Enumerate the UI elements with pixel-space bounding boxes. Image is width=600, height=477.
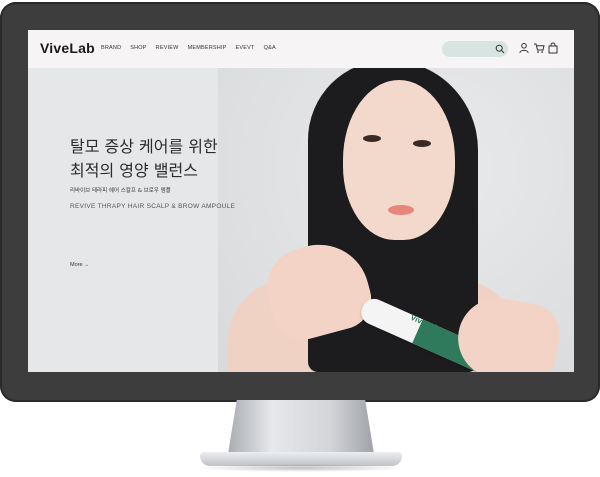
hero-text-block: 탈모 증상 케어를 위한 최적의 영양 밸런스 리바이브 테라피 헤어 스칼프 … xyxy=(70,135,235,210)
nav-item-brand[interactable]: BRAND xyxy=(101,45,121,51)
nav-item-event[interactable]: EVEVT xyxy=(236,45,255,51)
model-eye-right xyxy=(413,140,431,147)
monitor-bezel: ViveLab ViveLab BRAND SHOP REVIEW MEMBER… xyxy=(0,2,600,402)
bag-icon[interactable] xyxy=(547,42,559,54)
nav-item-membership[interactable]: MEMBERSHIP xyxy=(188,45,227,51)
hero-headline-line2: 최적의 영양 밸런스 xyxy=(70,161,198,180)
hero-headline-line1: 탈모 증상 케어를 위한 xyxy=(70,137,218,156)
hero-subtitle-english: REVIVE THRAPY HAIR SCALP & BROW AMPOULE xyxy=(70,203,236,210)
user-icon[interactable] xyxy=(518,42,530,54)
monitor-stand-neck xyxy=(228,400,374,454)
monitor-stand-shadow xyxy=(195,464,407,472)
hero-subtitle-korean: 리바이브 테라피 헤어 스칼프 & 브로우 앰플 xyxy=(70,188,171,194)
nav-item-shop[interactable]: SHOP xyxy=(130,45,146,51)
site-logo[interactable]: ViveLab xyxy=(40,40,95,56)
site-header: ViveLab BRAND SHOP REVIEW MEMBERSHIP EVE… xyxy=(28,30,574,68)
model-eye-left xyxy=(363,135,381,142)
model-face xyxy=(343,80,455,240)
nav-item-review[interactable]: REVIEW xyxy=(156,45,179,51)
search-input[interactable] xyxy=(442,41,508,57)
cart-icon[interactable] xyxy=(533,42,545,54)
main-nav: BRAND SHOP REVIEW MEMBERSHIP EVEVT Q&A xyxy=(101,45,276,51)
more-link[interactable]: More → xyxy=(70,262,90,268)
hero-model-photo: ViveLab xyxy=(218,30,574,372)
search-icon[interactable] xyxy=(495,44,505,54)
model-lips xyxy=(388,205,414,215)
website-screen: ViveLab ViveLab BRAND SHOP REVIEW MEMBER… xyxy=(28,30,574,372)
nav-item-qna[interactable]: Q&A xyxy=(264,45,276,51)
